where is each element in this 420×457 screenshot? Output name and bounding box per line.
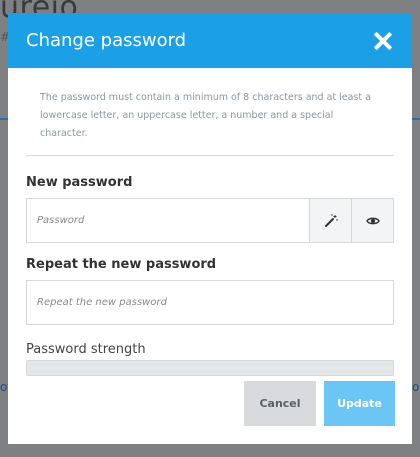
new-password-input[interactable] [27,199,309,242]
update-button[interactable]: Update [324,381,395,426]
dialog-header: Change password [8,13,412,68]
divider [26,155,394,156]
eye-icon [365,217,380,224]
dialog-body: The password must contain a minimum of 8… [8,89,412,376]
reveal-password-button[interactable] [351,199,393,242]
generate-password-button[interactable] [309,199,351,242]
cancel-button[interactable]: Cancel [244,381,316,426]
dialog-title: Change password [26,30,187,51]
new-password-group [26,198,394,243]
dialog-footer: Cancel Update [244,381,395,426]
password-strength-bar [26,360,394,376]
change-password-dialog: Change password The password must contai… [8,13,412,444]
magic-wand-icon [324,213,338,227]
password-requirements-hint: The password must contain a minimum of 8… [40,92,371,139]
password-strength-label: Password strength [26,342,146,357]
background-tab-underline [412,118,420,120]
repeat-password-group [26,280,394,325]
repeat-password-label: Repeat the new password [26,257,217,272]
repeat-password-input[interactable] [27,281,393,324]
new-password-label: New password [26,175,133,190]
background-tab-underline [0,118,8,120]
close-icon[interactable] [372,30,394,52]
background-link-fragment: o [412,380,420,394]
